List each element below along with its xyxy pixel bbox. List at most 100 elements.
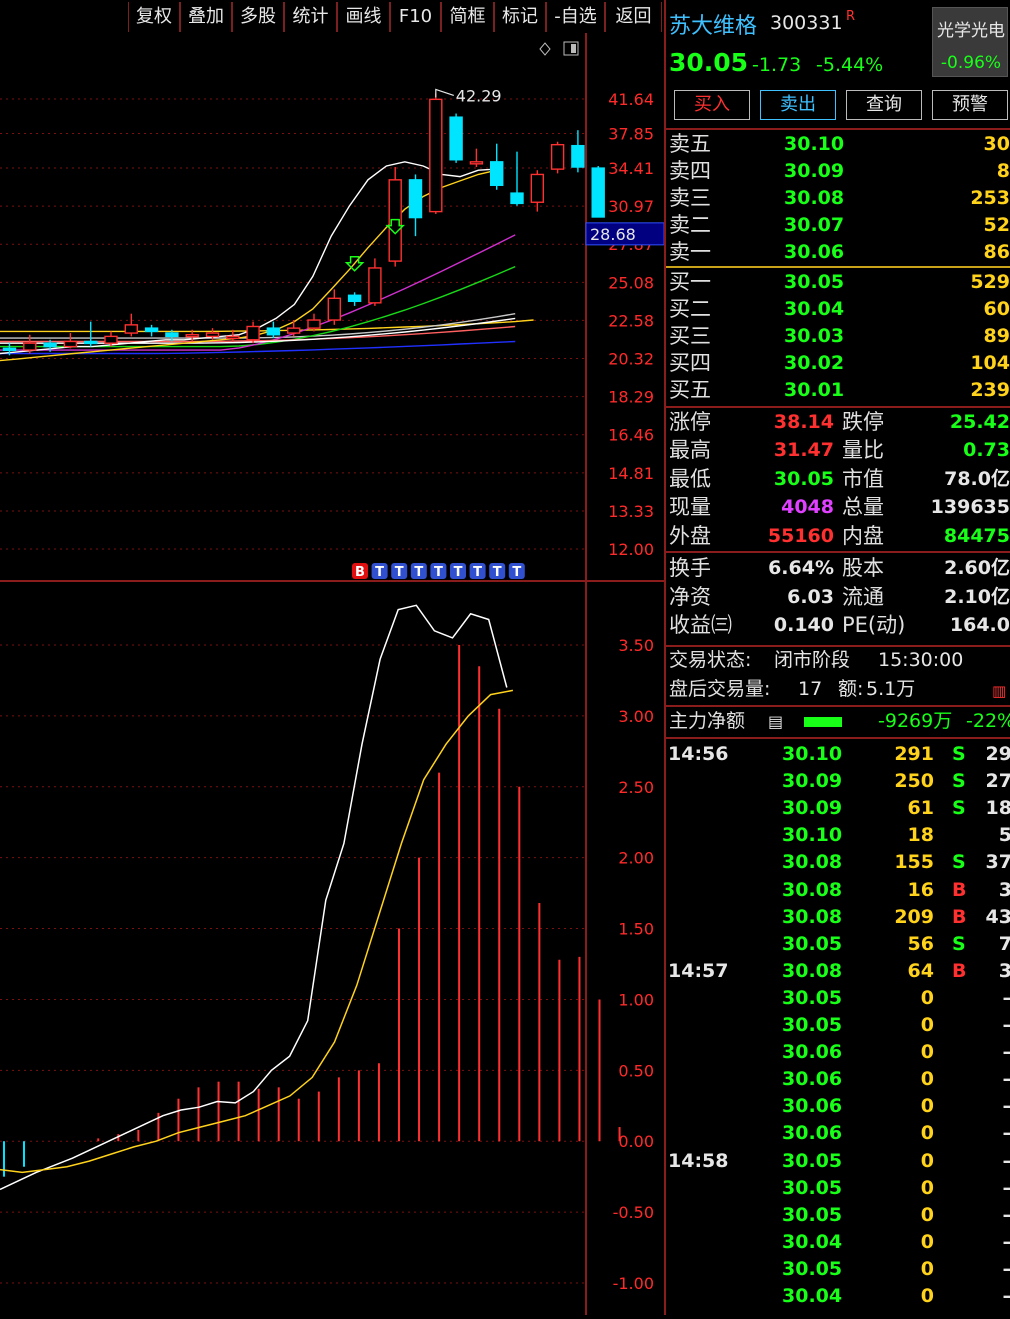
toolbar-button-6[interactable]: 简框 — [441, 2, 494, 32]
sector-name: 光学光电 — [933, 16, 1009, 41]
level-price: 30.04 — [784, 296, 844, 323]
stat-value: 25.42 — [950, 409, 1010, 436]
stat-label: 量比 — [842, 437, 884, 464]
price-axis-label: 30.97 — [608, 197, 654, 216]
level-price: 30.07 — [784, 212, 844, 239]
toolbar-button-0[interactable]: 复权 — [128, 2, 180, 32]
toolbar-button-3[interactable]: 统计 — [284, 2, 337, 32]
tick-row[interactable]: 30.0961S18 — [666, 795, 1010, 822]
tick-volume: 16 — [908, 877, 934, 904]
tick-row[interactable]: 30.040– — [666, 1229, 1010, 1256]
bid-level[interactable]: 买二30.0460 — [666, 296, 1010, 323]
ask-level[interactable]: 卖五30.1030 — [666, 131, 1010, 158]
query-button[interactable]: 查询 — [846, 90, 922, 120]
indicator-axis-label: 1.50 — [618, 920, 654, 939]
signal-badge-label: T — [414, 565, 423, 580]
bar-chart-icon[interactable]: ▥ — [992, 678, 1006, 705]
toolbar-button-9[interactable]: 返回 — [605, 2, 662, 32]
fundamental-row: 净资6.03流通2.10亿 — [666, 584, 1010, 611]
tick-row[interactable]: 14:5730.0864B3 — [666, 958, 1010, 985]
ask-level[interactable]: 卖一30.0686 — [666, 239, 1010, 266]
sector-box[interactable]: 光学光电 -0.96% — [932, 7, 1008, 77]
tick-row[interactable]: 30.10185 — [666, 822, 1010, 849]
bid-level[interactable]: 买五30.01239 — [666, 377, 1010, 404]
ask-level[interactable]: 卖二30.0752 — [666, 212, 1010, 239]
signal-badge-label: T — [473, 565, 482, 580]
bid-level[interactable]: 买四30.02104 — [666, 350, 1010, 377]
level-price: 30.10 — [784, 131, 844, 158]
trade-status-row: 交易状态: 闭市阶段 15:30:00 — [666, 647, 1010, 674]
toolbar-button-4[interactable]: 画线 — [337, 2, 390, 32]
tick-price: 30.05 — [782, 1148, 842, 1175]
tick-row[interactable]: 14:5830.050– — [666, 1148, 1010, 1175]
signal-badge-label: B — [355, 565, 365, 580]
toolbar-button-1[interactable]: 叠加 — [180, 2, 232, 32]
window-icon-fill — [571, 44, 576, 53]
tick-row[interactable]: 30.040– — [666, 1283, 1010, 1310]
tick-row[interactable]: 30.060– — [666, 1066, 1010, 1093]
chart-area[interactable]: 42.29 41.6437.8534.4130.9727.8725.0822.5… — [0, 33, 664, 1315]
candle-body — [186, 335, 198, 337]
tick-row[interactable]: 30.060– — [666, 1120, 1010, 1147]
indicator-axis-label: -0.50 — [613, 1203, 654, 1222]
price-axis-label: 14.81 — [608, 464, 654, 483]
tick-row[interactable]: 30.060– — [666, 1039, 1010, 1066]
tick-row[interactable]: 30.09250S27 — [666, 768, 1010, 795]
buy-button[interactable]: 买入 — [674, 90, 750, 120]
level-label: 卖五 — [669, 131, 711, 158]
tick-count: – — [1003, 1012, 1010, 1039]
ask-level[interactable]: 卖三30.08253 — [666, 185, 1010, 212]
price-axis-label: 22.58 — [608, 311, 654, 330]
after-hours-vol: 17 — [798, 676, 822, 703]
tick-volume: 0 — [921, 1066, 934, 1093]
level-volume: 529 — [970, 269, 1010, 296]
tick-row[interactable]: 30.0816B3 — [666, 877, 1010, 904]
list-icon[interactable]: ▤ — [768, 708, 783, 735]
trade-time: 15:30:00 — [878, 647, 963, 674]
candle-body — [410, 180, 422, 218]
bid-level[interactable]: 买一30.05529 — [666, 269, 1010, 296]
level-label: 卖一 — [669, 239, 711, 266]
candle-body — [450, 117, 462, 160]
candle-body — [64, 341, 76, 346]
level-price: 30.01 — [784, 377, 844, 404]
stat-label: 最高 — [669, 437, 711, 464]
tick-time: 14:58 — [668, 1148, 728, 1175]
tick-row[interactable]: 30.050– — [666, 1256, 1010, 1283]
toolbar-button-8[interactable]: -自选 — [546, 2, 605, 32]
candle-body — [531, 174, 543, 202]
tick-row[interactable]: 30.0556S7 — [666, 931, 1010, 958]
tick-row[interactable]: 30.08155S37 — [666, 849, 1010, 876]
tick-row[interactable]: 14:5630.10291S29 — [666, 741, 1010, 768]
bid-level[interactable]: 买三30.0389 — [666, 323, 1010, 350]
tick-row[interactable]: 30.060– — [666, 1093, 1010, 1120]
tick-count: – — [1003, 1283, 1010, 1310]
tick-side: S — [952, 849, 966, 876]
fundamental-label: 收益㈢ — [669, 612, 732, 639]
tick-row[interactable]: 30.050– — [666, 1202, 1010, 1229]
alert-button[interactable]: 预警 — [932, 90, 1008, 120]
kline-chart[interactable]: 42.29 41.6437.8534.4130.9727.8725.0822.5… — [0, 33, 664, 1315]
tick-side: B — [952, 877, 966, 904]
after-hours-row: 盘后交易量: 17 额: 5.1万 ▥ — [666, 676, 1010, 703]
toolbar-button-7[interactable]: 标记 — [494, 2, 546, 32]
tick-volume: 0 — [921, 985, 934, 1012]
divider — [666, 406, 1010, 408]
sell-button[interactable]: 卖出 — [760, 90, 836, 120]
fundamental-value: 164.0 — [950, 612, 1010, 639]
level-volume: 86 — [984, 239, 1010, 266]
diamond-icon — [540, 43, 550, 55]
tick-row[interactable]: 30.08209B43 — [666, 904, 1010, 931]
level-label: 卖四 — [669, 158, 711, 185]
toolbar-button-5[interactable]: F10 — [390, 2, 441, 32]
toolbar-button-2[interactable]: 多股 — [232, 2, 284, 32]
tick-volume: 0 — [921, 1012, 934, 1039]
tick-row[interactable]: 30.050– — [666, 985, 1010, 1012]
stats-row: 现量4048总量139635 — [666, 494, 1010, 521]
stat-label: 现量 — [669, 494, 711, 521]
tick-row[interactable]: 30.050– — [666, 1175, 1010, 1202]
tick-row[interactable]: 30.050– — [666, 1012, 1010, 1039]
ask-level[interactable]: 卖四30.098 — [666, 158, 1010, 185]
candle-body — [146, 328, 158, 331]
tick-side: S — [952, 768, 966, 795]
